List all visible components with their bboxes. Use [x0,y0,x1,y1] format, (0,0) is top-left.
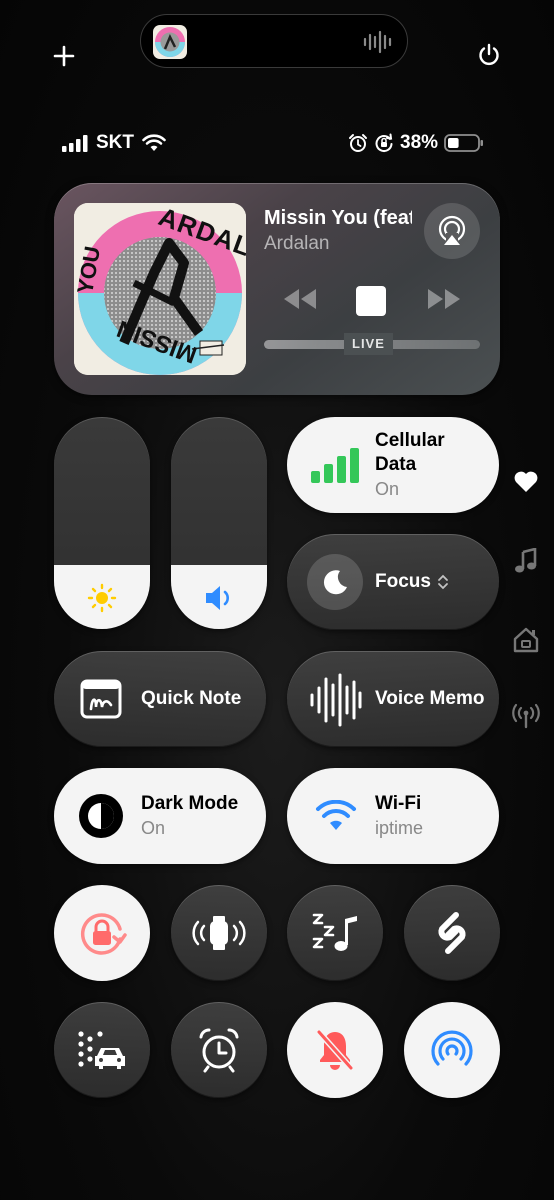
power-icon [479,43,499,66]
waveform-icon [310,673,362,727]
speaker-icon [206,586,229,611]
dynamic-island[interactable] [140,14,408,68]
island-album-art [153,25,187,59]
add-control-button[interactable] [44,36,84,76]
sun-icon [87,584,117,613]
rewind-icon [284,289,316,309]
favorites-page-indicator[interactable] [510,466,542,498]
carrier-name: SKT [96,132,134,153]
volume-slider-fill [171,565,267,629]
waveform-icon [363,29,393,60]
brightness-slider-fill [54,565,150,629]
cellular-label-line1: Cellular [375,430,445,451]
ping-watch-button[interactable] [171,885,267,981]
orientation-lock-icon [81,913,127,955]
status-bar-right: 38% [348,130,484,156]
now-playing-module[interactable]: ARDALAN MISSIN YOU Missin You (feat Arda… [54,183,500,395]
orientation-lock-button[interactable] [54,885,150,981]
cellular-bars-icon [311,448,359,483]
cellular-data-toggle[interactable]: Cellular Data On [287,417,499,513]
voice-memo-label: Voice Memo [375,688,485,709]
heart-icon [514,471,538,492]
dark-mode-toggle[interactable]: Dark Mode On [54,768,266,864]
rewind-button[interactable] [282,287,318,316]
music-page-indicator[interactable] [510,545,542,577]
home-icon [513,627,539,653]
dark-mode-state: On [141,818,166,838]
connectivity-page-indicator[interactable] [510,700,542,732]
battery-percent: 38% [400,132,439,153]
wifi-label: Wi-Fi [375,793,422,814]
antenna-icon [512,703,540,729]
shazam-button[interactable] [404,885,500,981]
volume-slider[interactable] [171,417,267,629]
signal-icon [62,135,88,152]
cellular-label-line2: Data [375,454,417,475]
focus-label: Focus [375,571,431,592]
dark-mode-icon [79,794,123,838]
alarm-clock-icon [199,1028,239,1073]
brightness-slider[interactable] [54,417,150,629]
quick-note-button[interactable]: Quick Note [54,651,266,747]
airdrop-button[interactable] [404,1002,500,1098]
airplay-icon [438,215,466,245]
moon-icon [323,570,347,595]
song-artist[interactable]: Ardalan [264,233,330,255]
status-bar-left: SKT [62,130,166,156]
alarm-icon [349,134,367,152]
live-label: LIVE [344,333,393,355]
cellular-state: On [375,479,400,499]
fast-forward-icon [428,289,460,309]
vehicle-motion-cues-button[interactable] [54,1002,150,1098]
updown-chevron-icon [438,574,448,590]
song-title[interactable]: Missin You (feat [264,207,412,230]
quick-note-label: Quick Note [141,688,242,709]
fast-forward-button[interactable] [426,287,462,316]
alarm-button[interactable] [171,1002,267,1098]
voice-memo-button[interactable]: Voice Memo [287,651,499,747]
wifi-network: iptime [375,818,424,838]
music-note-icon [515,548,537,573]
silent-mode-button[interactable] [287,1002,383,1098]
watch-ping-icon [192,916,246,950]
sleep-music-icon [312,913,357,951]
wifi-icon [316,800,356,830]
home-page-indicator[interactable] [510,624,542,656]
wifi-toggle[interactable]: Wi-Fi iptime [287,768,499,864]
battery-icon [444,134,484,152]
stop-button[interactable] [356,286,386,316]
dark-mode-label: Dark Mode [141,793,239,814]
airdrop-icon [431,1030,473,1066]
wifi-icon [142,134,166,151]
plus-icon [53,45,75,67]
album-art[interactable]: ARDALAN MISSIN YOU [74,203,246,375]
vehicle-motion-icon [78,1031,125,1069]
rotation-lock-icon [375,133,393,153]
shazam-icon [438,912,466,954]
sleep-sound-button[interactable] [287,885,383,981]
quick-note-icon [80,679,122,719]
silent-bell-icon [316,1029,354,1071]
focus-button[interactable]: Focus [287,534,499,630]
airplay-button[interactable] [424,203,480,259]
power-button[interactable] [468,34,510,76]
